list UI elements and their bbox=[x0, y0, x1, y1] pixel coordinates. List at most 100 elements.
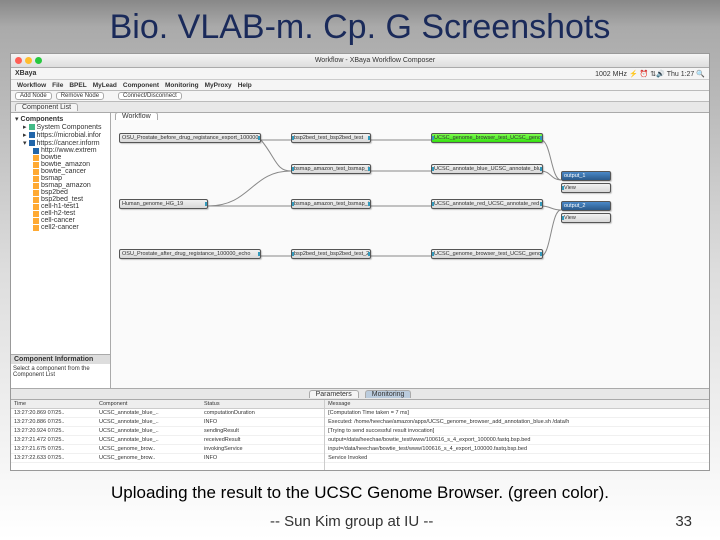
table-row[interactable]: Service Invoked bbox=[325, 454, 709, 463]
globe-icon bbox=[29, 132, 35, 138]
tree-leaf[interactable]: cell-h2-test bbox=[13, 210, 108, 217]
tree-group[interactable]: ▸ https://microbial.infor bbox=[13, 131, 108, 139]
menu-mylead[interactable]: MyLead bbox=[93, 82, 117, 89]
table-row[interactable]: 13:27:20.869 07/25..UCSC_annotate_blue_.… bbox=[11, 409, 324, 418]
connect-button[interactable]: Connect/Disconnect bbox=[118, 92, 182, 100]
workflow-node[interactable]: bsp2bed_test_bsp2bed_test bbox=[291, 133, 371, 143]
file-icon bbox=[33, 218, 39, 224]
col-component: Component bbox=[96, 400, 201, 408]
tree-root[interactable]: ▾ Components bbox=[13, 115, 108, 123]
menu-component[interactable]: Component bbox=[123, 82, 159, 89]
file-icon bbox=[33, 190, 39, 196]
workflow-node[interactable]: OSU_Prostate_before_drug_registance_expo… bbox=[119, 133, 261, 143]
tree-leaf[interactable]: bowtie_cancer bbox=[13, 168, 108, 175]
col-status: Status bbox=[201, 400, 261, 408]
tab-component-list[interactable]: Component List bbox=[15, 103, 78, 111]
tab-monitoring[interactable]: Monitoring bbox=[365, 390, 412, 398]
col-time: Time bbox=[11, 400, 96, 408]
app-menu: Workflow File BPEL MyLead Component Moni… bbox=[11, 80, 709, 91]
output-header: output_2 bbox=[561, 201, 611, 211]
workflow-canvas[interactable]: Workflow bbox=[111, 113, 709, 388]
menu-monitoring[interactable]: Monitoring bbox=[165, 82, 199, 89]
workflow-node[interactable]: bsmap_amazon_test_bsmap_test_2 bbox=[291, 199, 371, 209]
file-icon bbox=[33, 176, 39, 182]
slide-caption: Uploading the result to the UCSC Genome … bbox=[0, 471, 720, 507]
tree-leaf[interactable]: bsmap bbox=[13, 175, 108, 182]
tree-leaf[interactable]: cell2-cancer bbox=[13, 224, 108, 231]
mac-titlebar: Workflow - XBaya Workflow Composer bbox=[11, 54, 709, 68]
file-icon bbox=[33, 169, 39, 175]
minimize-icon[interactable] bbox=[25, 57, 32, 64]
file-icon bbox=[33, 204, 39, 210]
tree-leaf[interactable]: cell-h1-test1 bbox=[13, 203, 108, 210]
monitor-table-right: Message [Computation Time taken = 7 ms] … bbox=[325, 400, 709, 470]
workflow-node[interactable]: OSU_Prostate_after_drug_registance_10000… bbox=[119, 249, 261, 259]
table-row[interactable]: Executed: /home/heechae/amazon/apps/UCSC… bbox=[325, 418, 709, 427]
menu-myproxy[interactable]: MyProxy bbox=[205, 82, 232, 89]
tree-leaf[interactable]: cell-cancer bbox=[13, 217, 108, 224]
workflow-node[interactable]: UCSC_annotate_red_UCSC_annotate_red bbox=[431, 199, 543, 209]
menu-bpel[interactable]: BPEL bbox=[69, 82, 86, 89]
table-row[interactable]: 13:27:21.472 07/25..UCSC_annotate_blue_.… bbox=[11, 436, 324, 445]
component-info-panel: Component Information Select a component… bbox=[11, 354, 110, 388]
window-title: Workflow - XBaya Workflow Composer bbox=[45, 57, 705, 64]
panel-header: Component Information bbox=[11, 355, 110, 364]
component-tree[interactable]: ▾ Components ▸ System Components ▸ https… bbox=[11, 113, 110, 354]
file-icon bbox=[33, 225, 39, 231]
tree-leaf[interactable]: bsp2bed bbox=[13, 189, 108, 196]
page-number: 33 bbox=[675, 513, 692, 530]
tree-group[interactable]: ▾ https://cancer.inform bbox=[13, 139, 108, 147]
workflow-node[interactable]: Human_genome_HG_19 bbox=[119, 199, 208, 209]
menu-file[interactable]: File bbox=[52, 82, 63, 89]
close-icon[interactable] bbox=[15, 57, 22, 64]
monitor-table-left: TimeComponentStatus 13:27:20.869 07/25..… bbox=[11, 400, 325, 470]
workflow-node[interactable]: bsp2bed_test_bsp2bed_test_2 bbox=[291, 249, 371, 259]
screenshot-window: Workflow - XBaya Workflow Composer XBaya… bbox=[10, 53, 710, 471]
menubar-status: 1002 MHz ⚡ ⏰ ⇅🔊 Thu 1:27 🔍 bbox=[595, 70, 705, 78]
sidebar-tabbar: Component List bbox=[11, 102, 709, 113]
globe-icon bbox=[33, 148, 39, 154]
table-row[interactable]: [Computation Time taken = 7 ms] bbox=[325, 409, 709, 418]
workflow-node-active[interactable]: UCSC_genome_browser_test_UCSC_genome_bro… bbox=[431, 133, 543, 143]
file-icon bbox=[33, 197, 39, 203]
workflow-node[interactable]: UCSC_annotate_blue_UCSC_annotate_blue bbox=[431, 164, 543, 174]
folder-icon bbox=[29, 124, 35, 130]
table-row[interactable]: output=/data/heechae/bowtie_test/www/100… bbox=[325, 436, 709, 445]
tree-group[interactable]: ▸ System Components bbox=[13, 123, 108, 131]
add-node-button[interactable]: Add Node bbox=[15, 92, 52, 100]
remove-node-button[interactable]: Remove Node bbox=[56, 92, 104, 100]
file-icon bbox=[33, 162, 39, 168]
slide-title: Bio. VLAB-m. Cp. G Screenshots bbox=[0, 0, 720, 53]
menu-workflow[interactable]: Workflow bbox=[17, 82, 46, 89]
table-row[interactable]: input=/data/heechae/bowtie_test/www/1006… bbox=[325, 445, 709, 454]
tab-workflow[interactable]: Workflow bbox=[115, 113, 158, 120]
tree-leaf[interactable]: bowtie bbox=[13, 154, 108, 161]
workflow-node[interactable]: bsmap_amazon_test_bsmap_test bbox=[291, 164, 371, 174]
table-row[interactable]: 13:27:21.675 07/25..UCSC_genome_brow..in… bbox=[11, 445, 324, 454]
mac-menubar: XBaya 1002 MHz ⚡ ⏰ ⇅🔊 Thu 1:27 🔍 bbox=[11, 68, 709, 80]
slide-footer: -- Sun Kim group at IU -- 33 bbox=[0, 507, 720, 540]
view-button[interactable]: View bbox=[561, 183, 611, 193]
file-icon bbox=[33, 183, 39, 189]
app-name: XBaya bbox=[15, 70, 36, 77]
output-block: output_1 View bbox=[561, 171, 611, 193]
tree-leaf[interactable]: bsmap_amazon bbox=[13, 182, 108, 189]
table-row[interactable]: [Trying to send successful result invoca… bbox=[325, 427, 709, 436]
menu-help[interactable]: Help bbox=[238, 82, 252, 89]
tab-parameters[interactable]: Parameters bbox=[309, 390, 359, 398]
output-header: output_1 bbox=[561, 171, 611, 181]
tree-leaf[interactable]: http://www.extrem bbox=[13, 147, 108, 154]
globe-icon bbox=[29, 140, 35, 146]
tree-leaf[interactable]: bsp2bed_test bbox=[13, 196, 108, 203]
tree-leaf[interactable]: bowtie_amazon bbox=[13, 161, 108, 168]
table-row[interactable]: 13:27:22.633 07/25..UCSC_genome_brow..IN… bbox=[11, 454, 324, 463]
view-button[interactable]: View bbox=[561, 213, 611, 223]
file-icon bbox=[33, 155, 39, 161]
monitor-panel: Parameters Monitoring TimeComponentStatu… bbox=[11, 388, 709, 470]
table-row[interactable]: 13:27:20.924 07/25..UCSC_annotate_blue_.… bbox=[11, 427, 324, 436]
toolbar: Add Node Remove Node Connect/Disconnect bbox=[11, 91, 709, 102]
sidebar: ▾ Components ▸ System Components ▸ https… bbox=[11, 113, 111, 388]
zoom-icon[interactable] bbox=[35, 57, 42, 64]
workflow-node[interactable]: UCSC_genome_browser_test_UCSC_genome_bro… bbox=[431, 249, 543, 259]
table-row[interactable]: 13:27:20.886 07/25..UCSC_annotate_blue_.… bbox=[11, 418, 324, 427]
